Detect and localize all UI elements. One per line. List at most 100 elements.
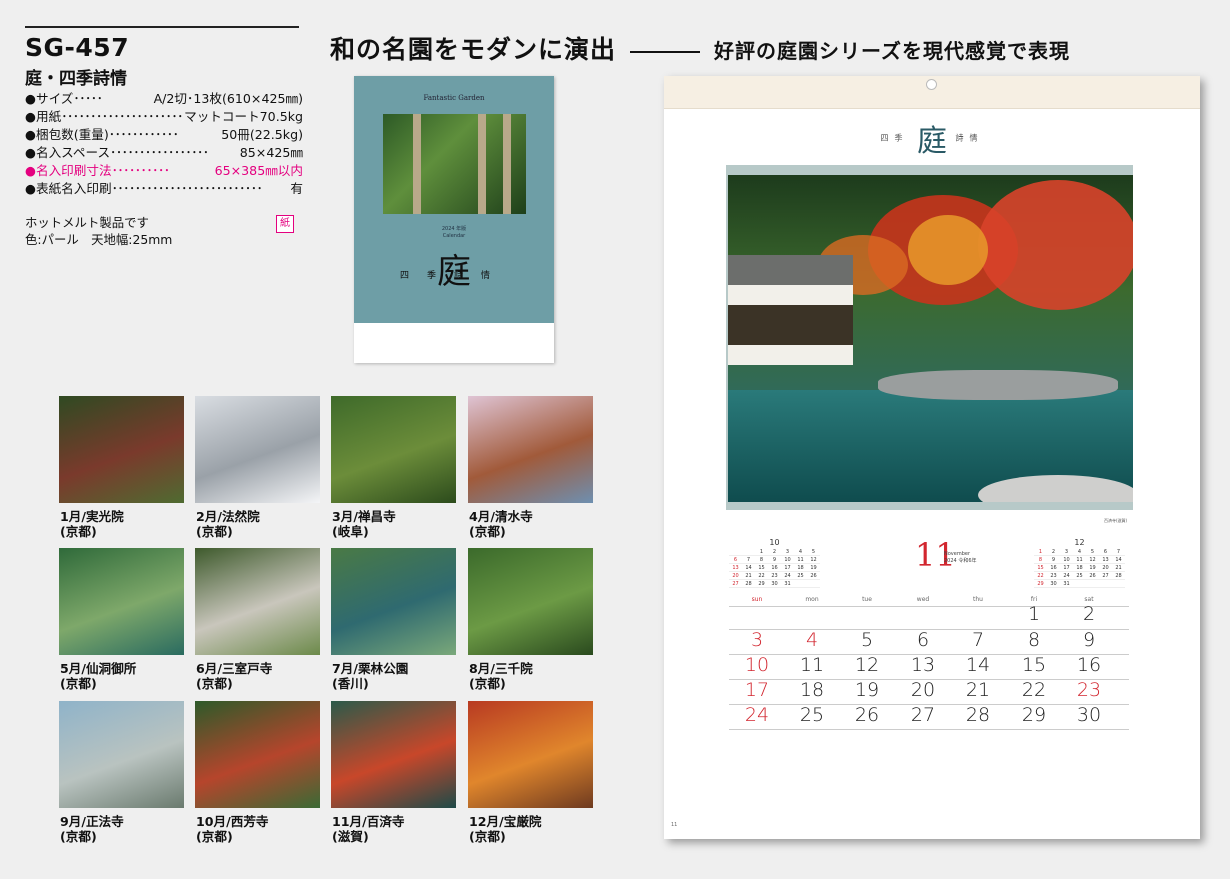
product-title: 庭・四季詩情 bbox=[25, 69, 127, 89]
month-garden-label: 4月/清水寺 bbox=[469, 509, 533, 524]
month-photo bbox=[195, 701, 320, 808]
mini-day: 5 bbox=[807, 548, 820, 556]
mini-day: 31 bbox=[1060, 579, 1073, 588]
calendar-day: 17 bbox=[744, 679, 770, 701]
calendar-day: 30 bbox=[1076, 704, 1102, 726]
mini-day: 19 bbox=[807, 563, 820, 572]
month-garden-label: 9月/正法寺 bbox=[60, 814, 124, 829]
month-prefecture: (京都) bbox=[60, 524, 97, 539]
maple-foliage bbox=[978, 180, 1133, 310]
headline: 和の名園をモダンに演出 好評の庭園シリーズを現代感覚で表現 bbox=[330, 30, 1070, 66]
calendar-day: 9 bbox=[1082, 629, 1096, 651]
mini-day bbox=[729, 548, 742, 556]
page-number: 11 bbox=[671, 822, 678, 828]
mini-day: 10 bbox=[781, 555, 794, 564]
headline-sub: 好評の庭園シリーズを現代感覚で表現 bbox=[714, 39, 1071, 63]
calendar-day: 3 bbox=[750, 629, 764, 651]
mini-day: 1 bbox=[1034, 548, 1047, 556]
mini-day: 9 bbox=[768, 555, 781, 564]
mini-day: 11 bbox=[1073, 555, 1086, 564]
hanging-hole bbox=[926, 79, 937, 90]
mini-day: 11 bbox=[794, 555, 807, 564]
calendar-day: 15 bbox=[1021, 654, 1047, 676]
calendar-day: 27 bbox=[910, 704, 936, 726]
calendar-sheet: 四季 庭 詩情 百済寺(滋賀) 10 1 2 3 4 5 6 7 8 9 10 11 12 13 14 15… bbox=[664, 76, 1200, 839]
mini-day: 20 bbox=[1099, 563, 1112, 572]
mini-day: 17 bbox=[781, 563, 794, 572]
mini-day: 6 bbox=[729, 555, 742, 564]
mini-day: 14 bbox=[1112, 555, 1125, 564]
mini-day: 20 bbox=[729, 571, 742, 580]
mini-day: 30 bbox=[768, 579, 781, 588]
month-prefecture: (岐阜) bbox=[332, 524, 369, 539]
headline-dash bbox=[630, 50, 701, 53]
spec-cover-print: ●表紙名入印刷 ･･････････････････････････有 bbox=[25, 181, 303, 196]
month-prefecture: (京都) bbox=[196, 676, 233, 691]
sheet-brand: 四季 庭 詩情 bbox=[664, 116, 1200, 160]
month-prefecture: (滋賀) bbox=[332, 829, 369, 844]
mini-day bbox=[1099, 579, 1112, 588]
mini-day: 14 bbox=[742, 563, 755, 572]
mini-day bbox=[794, 579, 807, 588]
calendar-day: 22 bbox=[1021, 679, 1047, 701]
calendar-day: 19 bbox=[854, 679, 880, 701]
paper-badge: 紙 bbox=[276, 215, 294, 233]
month-prefecture: (京都) bbox=[196, 829, 233, 844]
mini-day: 3 bbox=[1060, 548, 1073, 556]
calendar-day: 21 bbox=[965, 679, 991, 701]
top-rule bbox=[25, 26, 299, 28]
next-month-calendar: 12 1 2 3 4 5 6 7 8 9 10 11 12 13 14 15 16 17 18 19 20 21 22 23… bbox=[1034, 538, 1125, 588]
month-garden-label: 1月/実光院 bbox=[60, 509, 124, 524]
mini-day: 5 bbox=[1086, 548, 1099, 556]
mini-day: 26 bbox=[807, 571, 820, 580]
cover-tree-trunk bbox=[503, 114, 511, 214]
cover-photo bbox=[383, 114, 526, 214]
month-prefecture: (京都) bbox=[60, 676, 97, 691]
headline-main: 和の名園をモダンに演出 bbox=[330, 35, 617, 64]
calendar-day: 23 bbox=[1076, 679, 1102, 701]
mini-day bbox=[1112, 579, 1125, 588]
month-caption: 6月/三室戸寺 (京都) bbox=[196, 661, 272, 691]
product-note: ホットメルト製品です 色:パール 天地幅:25mm bbox=[25, 214, 172, 248]
calendar-day: 29 bbox=[1021, 704, 1047, 726]
month-photo bbox=[468, 548, 593, 655]
mini-day: 24 bbox=[781, 571, 794, 580]
cover-calendar-word: Calendar bbox=[442, 233, 466, 239]
mini-day: 19 bbox=[1086, 563, 1099, 572]
spec-paper: ●用紙 ･･････････････････････ マットコート70.5kg bbox=[25, 109, 303, 124]
grid-line bbox=[729, 729, 1129, 730]
calendar-day: 6 bbox=[916, 629, 930, 651]
photo-frame bbox=[726, 165, 1133, 510]
mini-day: 26 bbox=[1086, 571, 1099, 580]
cover-year-line: 2024 年版 bbox=[441, 226, 467, 232]
mini-day: 15 bbox=[755, 563, 768, 572]
mini-day bbox=[1073, 579, 1086, 588]
month-name: November 2024 令和6年 bbox=[944, 551, 977, 565]
mini-day: 7 bbox=[1112, 548, 1125, 556]
weekday-label: sat bbox=[1084, 596, 1094, 603]
next-month-number: 12 bbox=[1074, 538, 1085, 547]
maple-foliage bbox=[908, 215, 988, 285]
month-garden-label: 12月/宝厳院 bbox=[469, 814, 542, 829]
mini-day: 23 bbox=[768, 571, 781, 580]
calendar-day: 5 bbox=[860, 629, 874, 651]
month-name-en: November bbox=[944, 551, 971, 557]
calendar-day: 20 bbox=[910, 679, 936, 701]
teahouse-veranda bbox=[728, 305, 853, 345]
mini-day: 24 bbox=[1060, 571, 1073, 580]
month-prefecture: (香川) bbox=[332, 676, 369, 691]
spec-name-space: ●名入スペース ･････････････････ 85×425㎜ bbox=[25, 145, 303, 160]
month-photo bbox=[331, 701, 456, 808]
cover-subtitle: 四季詩情 bbox=[399, 271, 508, 281]
mini-day: 28 bbox=[742, 579, 755, 588]
mini-day bbox=[807, 579, 820, 588]
mini-day: 8 bbox=[755, 555, 768, 564]
month-caption: 10月/西芳寺 (京都) bbox=[196, 814, 269, 844]
weekday-label: wed bbox=[916, 596, 930, 603]
prev-month-calendar: 10 1 2 3 4 5 6 7 8 9 10 11 12 13 14 15 16 17 18 19 20 21 22 23… bbox=[729, 538, 820, 588]
weekday-label: sun bbox=[751, 596, 763, 603]
mini-day: 30 bbox=[1047, 579, 1060, 588]
calendar-day: 14 bbox=[965, 654, 991, 676]
month-caption: 5月/仙洞御所 (京都) bbox=[60, 661, 136, 691]
calendar-day: 4 bbox=[805, 629, 819, 651]
